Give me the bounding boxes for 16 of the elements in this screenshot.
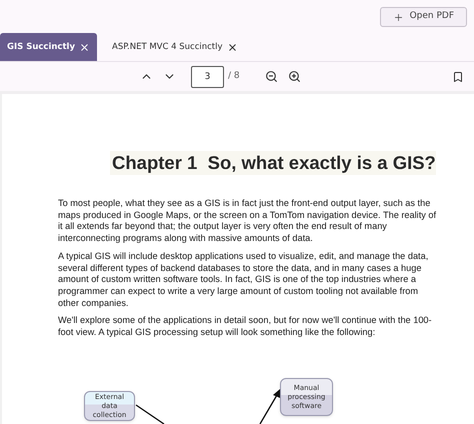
- zoom-in-icon[interactable]: [288, 70, 301, 83]
- page-number-field[interactable]: 3: [191, 66, 224, 88]
- page-total: / 8: [228, 70, 240, 83]
- body-paragraph: To most people, what they see as a GIS is in fact just the front-end output layer, such as the maps produced in Google Maps, or the screen on a TomTom navigation device. The reality of it all extends far beyond that; the output layer is very often the end result of many interconnecting programs along with massive amounts of data.: [58, 198, 438, 245]
- body-paragraph: A typical GIS will include desktop applications used to visualize, edit, and manage the data, several different types of backend databases to store the data, and in many cases a huge amount of custom written software tools. In fact, GIS is one of the top industries where a programmer can expect to write a very large amount of custom tooling not available from other companies.: [58, 250, 430, 310]
- bookmark-icon[interactable]: [452, 70, 464, 82]
- document-tab[interactable]: GIS Succinctly: [0, 33, 97, 61]
- body-paragraph: We'll explore some of the applications in detail soon, but for now we'll continue with the 100-foot view. A typical GIS processing setup will look something like the following:: [58, 315, 433, 339]
- document-tab[interactable]: ASP.NET MVC 4 Succinctly: [105, 33, 245, 61]
- close-icon[interactable]: [226, 42, 238, 52]
- zoom-out-icon[interactable]: [264, 70, 278, 83]
- plus-icon: [392, 12, 404, 22]
- chapter-heading: Chapter 1 So, what exactly is a GIS?: [110, 151, 436, 175]
- close-icon[interactable]: [79, 42, 90, 52]
- open-pdf-button[interactable]: Open PDF: [380, 7, 467, 27]
- connector-arrow: [258, 388, 282, 424]
